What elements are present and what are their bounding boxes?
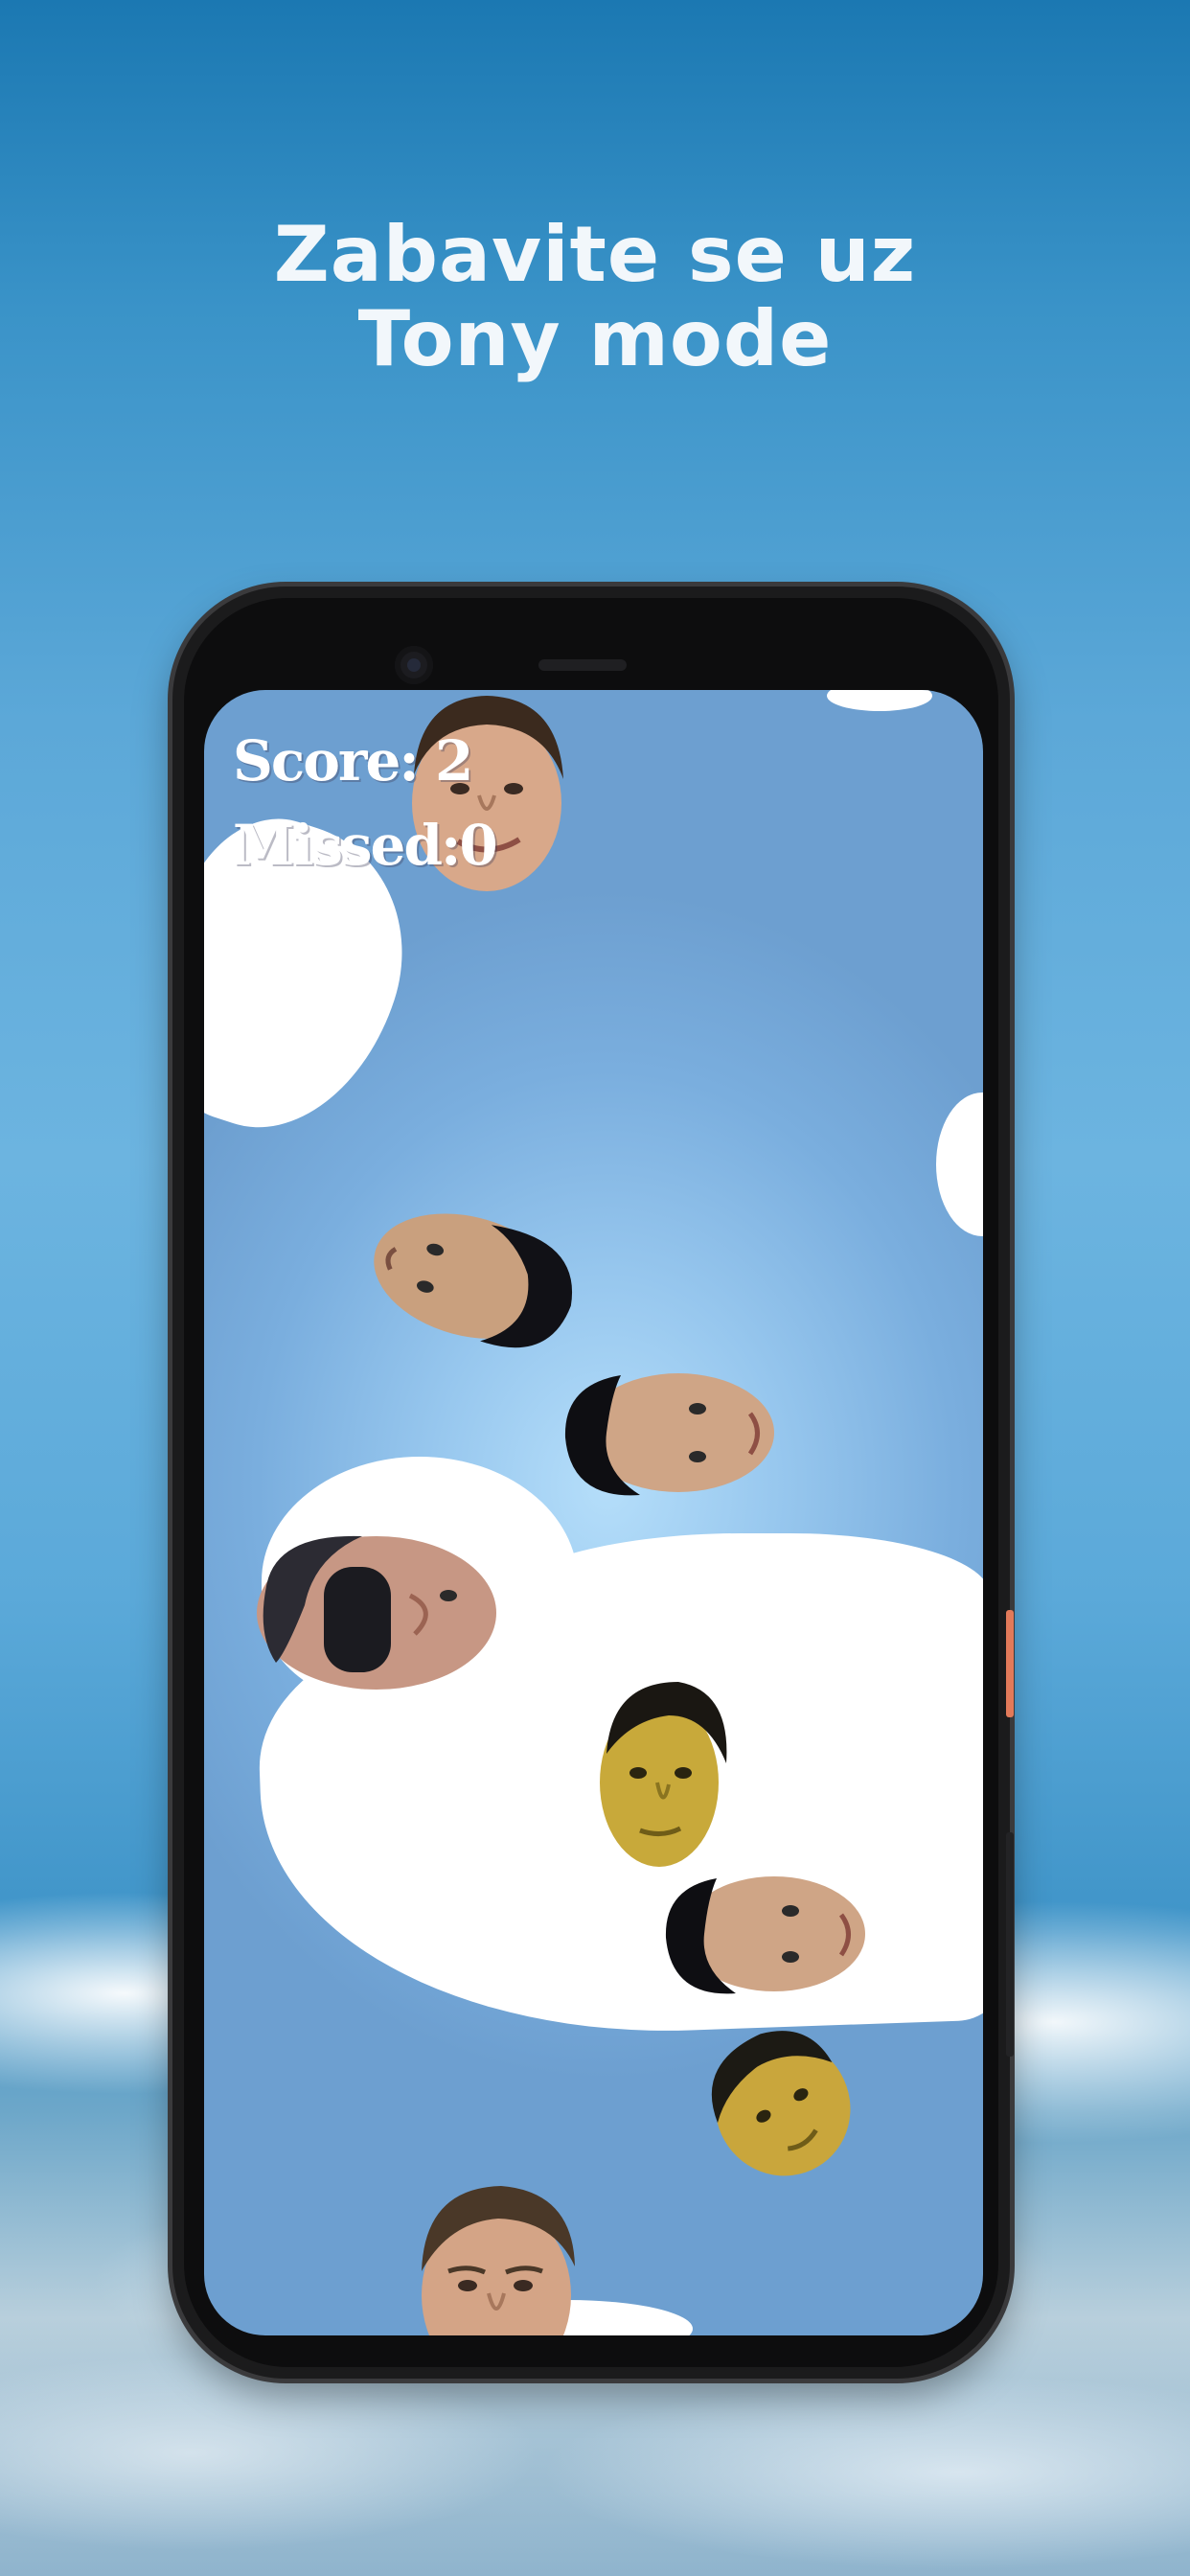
promo-headline: Zabavite se uz Tony mode <box>0 213 1190 381</box>
headline-line-2: Tony mode <box>357 294 833 383</box>
power-button <box>1006 1610 1014 1717</box>
face-target-tilted-dark-hair[interactable] <box>362 1203 583 1351</box>
volume-button <box>1006 1832 1014 2057</box>
missed-label: Missed: <box>233 813 461 878</box>
face-target-bottom-boy[interactable] <box>410 2180 583 2335</box>
score-hud: Score: 2 Missed:0 <box>233 719 498 887</box>
headline-line-1: Zabavite se uz <box>273 210 917 299</box>
score-value: 2 <box>434 728 473 794</box>
score-line: Score: 2 <box>233 719 496 803</box>
cloud <box>936 1092 983 1236</box>
face-target-sunglasses[interactable] <box>247 1529 501 1701</box>
missed-value: 0 <box>459 813 497 878</box>
face-target-yellow-tilted[interactable] <box>691 2022 868 2180</box>
face-target-tilted-right-lower[interactable] <box>664 1869 870 2003</box>
front-camera-icon <box>395 646 433 684</box>
face-target-tilted-right[interactable] <box>563 1366 779 1505</box>
face-target-yellow-tint[interactable] <box>592 1677 731 1869</box>
earpiece-speaker <box>538 659 627 671</box>
score-label: Score: <box>233 728 420 794</box>
missed-line: Missed:0 <box>233 803 498 887</box>
cloud <box>827 690 932 711</box>
game-screen[interactable]: Score: 2 Missed:0 <box>204 690 983 2335</box>
